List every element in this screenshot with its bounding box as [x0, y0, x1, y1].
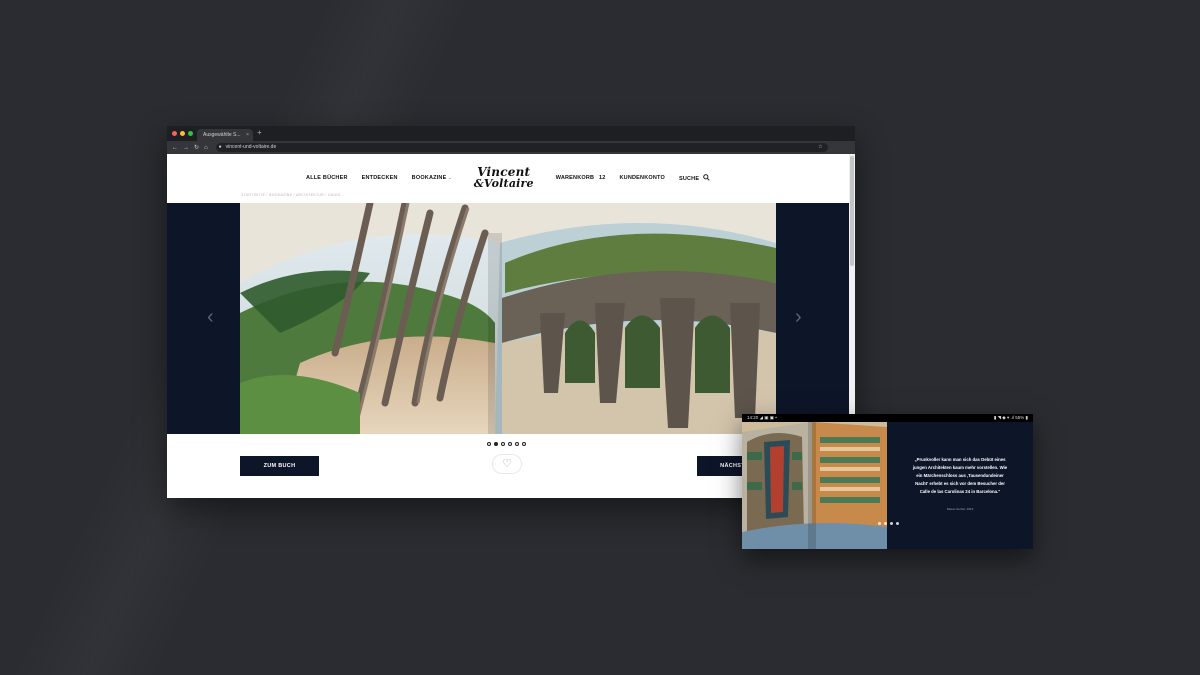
url-text: vincent-und-voltaire.de — [225, 144, 277, 150]
scrollbar-thumb[interactable] — [850, 156, 854, 266]
maximize-window-button[interactable] — [188, 131, 193, 136]
tablet-mockup: 14:20 ◢ ▣ ▣ • ▮ ◥ ◆ ▾ .ıl 55% ▮ „Prunkvo… — [742, 414, 1033, 549]
tablet-status-bar: 14:20 ◢ ▣ ▣ • ▮ ◥ ◆ ▾ .ıl 55% ▮ — [742, 414, 1033, 422]
slider-dot[interactable] — [501, 442, 505, 446]
close-window-button[interactable] — [172, 131, 177, 136]
to-book-button[interactable]: ZUM BUCH — [240, 456, 319, 476]
hero-slider: ‹ › — [167, 203, 849, 434]
cart-count-badge: 12 — [598, 175, 606, 181]
hero-book-photo — [240, 203, 776, 434]
nav-account[interactable]: KUNDENKONTO — [619, 175, 665, 181]
casa-vicens-illustration — [742, 422, 887, 549]
tablet-quote-source: Rainer Zerbst, 2019 — [946, 507, 974, 511]
lock-icon: ● — [218, 144, 222, 150]
chevron-left-icon[interactable]: ‹ — [207, 306, 214, 329]
bookmark-star-icon[interactable]: ☆ — [818, 143, 822, 152]
tab-title: Ausgewählte S... — [203, 132, 241, 138]
tablet-slider-dot[interactable] — [884, 522, 887, 525]
tablet-slider-dots — [872, 522, 899, 525]
nav-cart-label: WARENKORB — [555, 175, 595, 181]
tablet-slider-dot[interactable] — [890, 522, 893, 525]
nav-search[interactable]: SUCHE — [679, 174, 710, 182]
status-right: ▮ ◥ ◆ ▾ .ıl 55% ▮ — [993, 415, 1028, 420]
favorite-button[interactable]: ♡ — [492, 454, 522, 474]
tablet-book-photo — [742, 422, 887, 549]
tab-close-icon[interactable]: × — [246, 129, 249, 141]
browser-tab[interactable]: Ausgewählte S... × — [197, 129, 253, 141]
nav-cart[interactable]: WARENKORB 12 — [556, 175, 606, 181]
forward-icon[interactable]: → — [183, 145, 189, 151]
slider-dot-active[interactable] — [494, 442, 498, 446]
tablet-slider-dot[interactable] — [896, 522, 899, 525]
nav-search-label: SUCHE — [678, 176, 700, 182]
reload-icon[interactable]: ↻ — [194, 144, 199, 151]
open-book-illustration — [240, 203, 776, 434]
url-field[interactable]: ● vincent-und-voltaire.de ☆ — [215, 143, 828, 152]
breadcrumb[interactable]: STARTSEITE / BOOKAZINE / ARCHITEKTUR / G… — [241, 193, 344, 197]
new-tab-button[interactable]: + — [257, 128, 262, 137]
nav-bookazine-label: BOOKAZINE — [411, 175, 447, 181]
slider-dot[interactable] — [522, 442, 526, 446]
browser-tab-bar: Ausgewählte S... × + — [167, 126, 855, 141]
address-bar: ← → ↻ ⌂ ● vincent-und-voltaire.de ☆ — [167, 141, 855, 154]
nav-discover[interactable]: ENTDECKEN — [362, 175, 398, 181]
tablet-quote: „Prunkvoller kann man sich das Debüt ein… — [912, 457, 1008, 494]
chevron-right-icon[interactable]: › — [795, 306, 802, 329]
tablet-slider-dot-active[interactable] — [872, 522, 875, 525]
tablet-slider-dot[interactable] — [878, 522, 881, 525]
heart-icon: ♡ — [502, 458, 512, 470]
search-icon — [703, 174, 710, 181]
status-left: 14:20 ◢ ▣ ▣ • — [747, 415, 777, 420]
logo-line-2: &Voltaire — [473, 177, 534, 190]
slider-dot[interactable] — [515, 442, 519, 446]
slider-dots — [487, 442, 526, 446]
minimize-window-button[interactable] — [180, 131, 185, 136]
chevron-down-icon: ⌄ — [448, 175, 452, 180]
nav-all-books[interactable]: ALLE BÜCHER — [306, 175, 348, 181]
nav-bookazine[interactable]: BOOKAZINE ⌄ — [412, 175, 452, 181]
slider-dot[interactable] — [487, 442, 491, 446]
back-icon[interactable]: ← — [172, 145, 178, 151]
window-controls — [172, 131, 193, 136]
site-logo[interactable]: Vincent &Voltaire — [473, 166, 534, 190]
home-icon[interactable]: ⌂ — [204, 145, 208, 151]
slider-dot[interactable] — [508, 442, 512, 446]
